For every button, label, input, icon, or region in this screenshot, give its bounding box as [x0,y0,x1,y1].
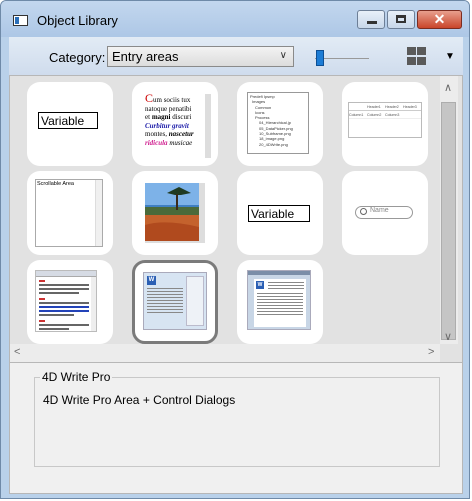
list-header: Header2 [385,104,399,109]
maximize-button[interactable] [387,10,415,29]
vertical-scroll-thumb[interactable] [441,102,456,340]
list-cell: Column2 [367,112,382,117]
close-button[interactable]: ✕ [417,10,462,29]
write-pro-area-preview: W [143,272,207,330]
scroll-up-icon[interactable]: ∧ [444,81,452,94]
list-cell: Column3 [385,112,400,117]
category-value: Entry areas [112,49,179,64]
write-pro-preview [35,270,97,332]
view-menu-arrow-icon[interactable]: ▼ [445,51,455,62]
text-pink: ridicula [145,138,168,147]
dropcap-text: C [145,94,154,105]
category-label: Category: [49,50,106,65]
details-description: 4D Write Pro Area + Control Dialogs [43,393,236,407]
object-tile-write-pro-toolbar[interactable] [27,260,113,344]
object-tile-write-pro-area-selected[interactable]: W [132,260,218,344]
search-field-preview: Name [355,206,413,219]
scroll-left-icon[interactable]: < [14,346,20,358]
object-grid: Variable Cum sociis tux natoque penatibi… [9,75,463,363]
text-line: natoque penatibi [145,104,192,113]
object-tile-list-box[interactable]: Header1 Header2 Header3 Column1 Column2 … [342,82,428,166]
list-header: Header1 [367,104,381,109]
zoom-slider-thumb[interactable] [316,50,325,66]
write-pro-area-preview: W [247,270,311,330]
object-tile-variable[interactable]: Variable [27,82,113,166]
list-header: Header3 [403,104,417,109]
text-line: musicae [167,138,193,147]
object-tile-hierarchical-list[interactable]: Predefi Ipsmp Images Common Icons Proces… [237,82,323,166]
variable-field-preview: Variable [38,112,98,129]
object-library-window: Object Library ✕ Category: Entry areas ∨… [0,0,470,499]
minimize-button[interactable] [357,10,385,29]
picture-preview [145,183,205,243]
close-icon: ✕ [433,11,446,27]
details-group-title: 4D Write Pro [40,370,113,384]
object-tile-search-field[interactable]: Name [342,171,428,255]
window-icon [13,15,28,26]
details-groupbox [34,377,440,467]
object-tile-picture[interactable] [132,171,218,255]
horizontal-scrollbar[interactable]: < > [10,344,440,362]
toolbar: Category: Entry areas ∨ ▼ [9,37,463,75]
mini-scrollbar [95,180,102,246]
text-bold: magni [151,113,171,122]
windows-logo-icon[interactable] [407,47,426,65]
object-tile-write-pro-area[interactable]: W [237,260,323,344]
text-bold: nascetur [168,130,194,139]
text-line: discuri [170,113,192,122]
vertical-scrollbar[interactable]: ∧ ∨ [440,76,458,344]
title-bar[interactable]: Object Library ✕ [1,1,469,37]
search-icon [360,208,367,215]
tree-item: 20_4DWrite.png [259,141,288,147]
category-dropdown[interactable]: Entry areas ∨ [107,46,294,67]
object-tile-text-area[interactable]: Cum sociis tux natoque penatibi et magni… [132,82,218,166]
list-cell: Column1 [349,112,364,117]
write-pro-logo-icon: W [256,281,264,289]
text-line: Curbitur gravit [145,121,189,130]
object-tile-variable-2[interactable]: Variable [237,171,323,255]
text-line: montes, [145,130,169,139]
window-title: Object Library [37,13,118,28]
scroll-down-icon[interactable]: ∨ [444,330,452,343]
search-placeholder: Name [370,207,389,214]
scrollable-area-label: Scrollable Area [37,181,74,187]
minimize-icon [367,21,377,24]
text-line: et [145,113,152,122]
text-line: um sociis tux [153,96,191,104]
write-pro-logo-icon: W [147,276,156,285]
maximize-icon [396,15,406,23]
details-panel: 4D Write Pro 4D Write Pro Area + Control… [9,363,463,494]
variable-field-preview: Variable [248,205,310,222]
object-tile-scrollable-area[interactable]: Scrollable Area [27,171,113,255]
scroll-right-icon[interactable]: > [428,346,434,358]
chevron-down-icon: ∨ [279,50,287,61]
